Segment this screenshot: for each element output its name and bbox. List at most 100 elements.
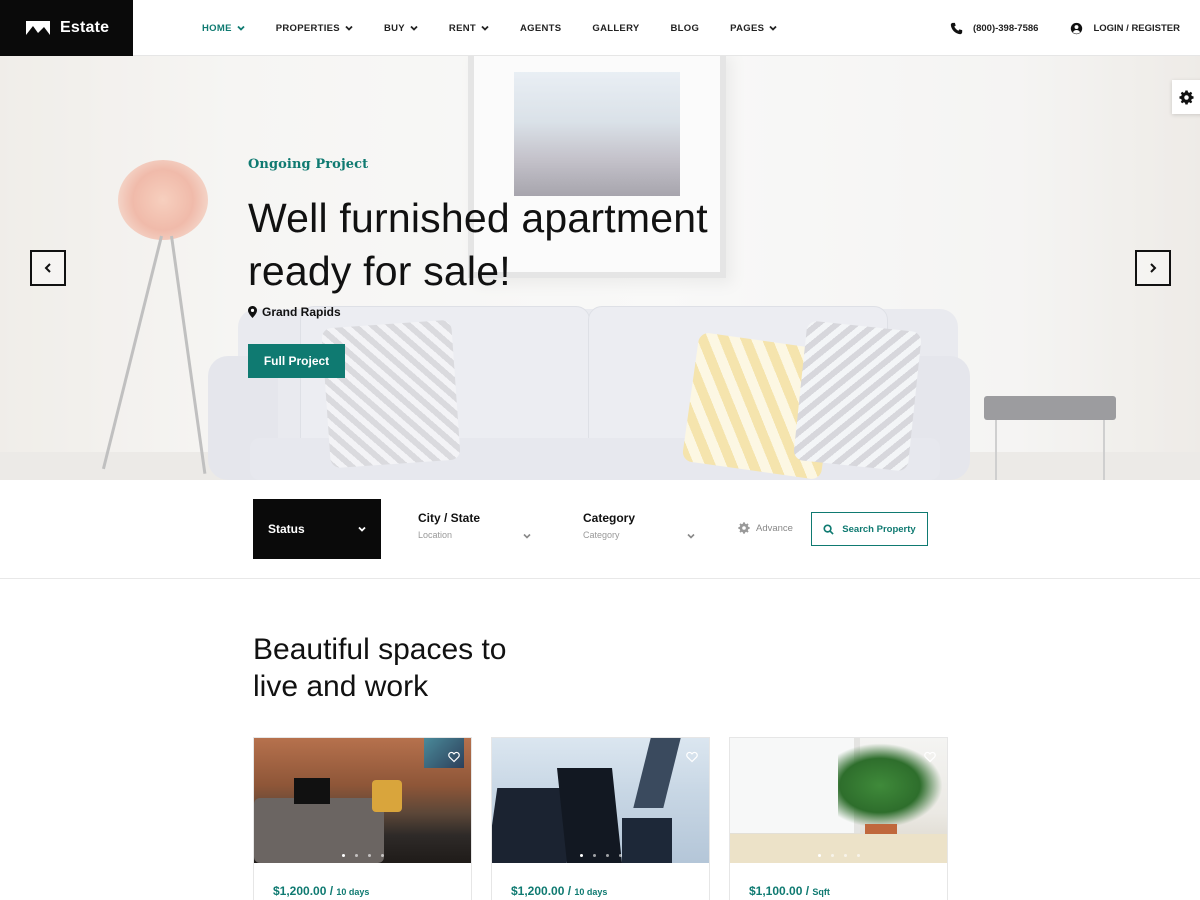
heart-icon[interactable] xyxy=(448,751,460,763)
property-card[interactable]: $1,200.00 / 10 days xyxy=(253,737,472,900)
login-register-link[interactable]: LOGIN / REGISTER xyxy=(1070,22,1180,35)
logo-mark-icon xyxy=(26,21,50,35)
pagination-dot[interactable] xyxy=(830,854,834,857)
pagination-dot[interactable] xyxy=(843,854,847,857)
property-card-list: $1,200.00 / 10 days $1,200.00 / 10 days xyxy=(253,737,953,900)
property-search-bar: Status City / State Location Category Ca… xyxy=(0,480,1200,579)
search-property-button[interactable]: Search Property xyxy=(811,512,928,546)
section-title-line: live and work xyxy=(253,670,429,703)
chevron-down-icon xyxy=(344,23,354,33)
nav-item-rent[interactable]: RENT xyxy=(449,23,490,34)
price-unit: 10 days xyxy=(574,887,608,897)
pagination-dot[interactable] xyxy=(856,854,860,857)
category-placeholder: Category xyxy=(583,530,620,540)
logo[interactable]: Estate xyxy=(0,0,133,56)
login-label: LOGIN / REGISTER xyxy=(1093,22,1180,34)
chevron-down-icon xyxy=(522,531,532,541)
search-icon xyxy=(823,523,834,535)
nav-item-properties[interactable]: PROPERTIES xyxy=(276,23,354,34)
pagination-dot[interactable] xyxy=(341,854,345,857)
heart-icon[interactable] xyxy=(924,751,936,763)
chevron-down-icon xyxy=(768,23,778,33)
property-card[interactable]: $1,200.00 / 10 days xyxy=(491,737,710,900)
status-select[interactable]: Status xyxy=(253,499,381,559)
category-select[interactable]: Category Category xyxy=(583,511,698,540)
photo-detail xyxy=(730,834,947,863)
chevron-down-icon xyxy=(358,526,366,532)
map-pin-icon xyxy=(248,306,257,318)
hero-eyebrow: Ongoing Project xyxy=(248,157,369,172)
pagination-dot[interactable] xyxy=(380,854,384,857)
pagination-dot[interactable] xyxy=(354,854,358,857)
full-project-button[interactable]: Full Project xyxy=(248,344,345,378)
price-value: $1,200.00 xyxy=(511,884,565,898)
phone-link[interactable]: (800)-398-7586 xyxy=(950,22,1038,35)
nav-item-label: RENT xyxy=(448,22,476,34)
logo-text: Estate xyxy=(60,19,110,36)
settings-panel-toggle[interactable] xyxy=(1172,80,1200,114)
advance-search-toggle[interactable]: Advance xyxy=(738,522,793,534)
nav-item-label: BLOG xyxy=(670,22,700,34)
image-pagination xyxy=(492,854,709,857)
section-title-line: Beautiful spaces to xyxy=(253,633,507,666)
heart-icon[interactable] xyxy=(686,751,698,763)
nav-item-label: HOME xyxy=(202,22,232,34)
site-header: Estate HOME PROPERTIES BUY RENT AGENTS G… xyxy=(0,0,1200,56)
nav-item-label: PROPERTIES xyxy=(275,22,340,34)
property-price: $1,200.00 / 10 days xyxy=(273,884,370,898)
property-price: $1,100.00 / Sqft xyxy=(749,884,830,898)
hero-title-line: Well furnished apartment xyxy=(248,195,708,241)
pagination-dot[interactable] xyxy=(579,854,583,857)
chevron-down-icon xyxy=(686,531,696,541)
hero-content: Ongoing Project Well furnished apartment… xyxy=(248,56,808,480)
city-state-placeholder: Location xyxy=(418,530,453,540)
nav-item-label: PAGES xyxy=(730,22,765,34)
photo-detail xyxy=(557,768,622,863)
pagination-dot[interactable] xyxy=(592,854,596,857)
pagination-dot[interactable] xyxy=(817,854,821,857)
hero-slider: Ongoing Project Well furnished apartment… xyxy=(0,56,1200,480)
city-state-select[interactable]: City / State Location xyxy=(418,511,533,540)
nav-item-agents[interactable]: AGENTS xyxy=(520,23,561,34)
chevron-right-icon xyxy=(1150,263,1157,273)
slider-next-button[interactable] xyxy=(1135,250,1171,286)
price-unit: 10 days xyxy=(336,887,370,897)
price-value: $1,100.00 xyxy=(749,884,803,898)
nav-item-label: BUY xyxy=(383,22,405,34)
hero-title: Well furnished apartment ready for sale! xyxy=(248,192,808,298)
photo-detail xyxy=(633,738,681,808)
nav-item-label: GALLERY xyxy=(592,22,640,34)
user-circle-icon xyxy=(1071,22,1083,34)
city-state-label: City / State xyxy=(418,511,481,525)
nav-item-pages[interactable]: PAGES xyxy=(730,23,778,34)
nav-item-home[interactable]: HOME xyxy=(202,23,246,34)
image-pagination xyxy=(254,854,471,857)
nav-item-gallery[interactable]: GALLERY xyxy=(592,23,639,34)
slider-prev-button[interactable] xyxy=(30,250,66,286)
hero-location: Grand Rapids xyxy=(248,305,341,319)
hero-location-text: Grand Rapids xyxy=(262,305,341,319)
price-unit: Sqft xyxy=(812,887,830,897)
chevron-left-icon xyxy=(44,263,51,273)
pagination-dot[interactable] xyxy=(618,854,622,857)
category-label: Category xyxy=(583,511,636,525)
chevron-down-icon xyxy=(236,23,246,33)
header-actions: (800)-398-7586 LOGIN / REGISTER xyxy=(950,0,1180,56)
photo-detail xyxy=(372,780,402,812)
advance-label: Advance xyxy=(756,522,793,534)
property-image-slider[interactable] xyxy=(492,738,709,863)
pagination-dot[interactable] xyxy=(367,854,371,857)
gear-icon xyxy=(1178,89,1194,105)
status-select-label: Status xyxy=(268,522,305,536)
pagination-dot[interactable] xyxy=(605,854,609,857)
phone-icon xyxy=(950,22,963,34)
photo-detail xyxy=(294,778,330,804)
nav-item-blog[interactable]: BLOG xyxy=(671,23,700,34)
nav-item-label: AGENTS xyxy=(519,22,562,34)
nav-item-buy[interactable]: BUY xyxy=(384,23,419,34)
property-price: $1,200.00 / 10 days xyxy=(511,884,608,898)
property-card[interactable]: $1,100.00 / Sqft xyxy=(729,737,948,900)
property-image-slider[interactable] xyxy=(730,738,947,863)
gear-icon xyxy=(738,522,750,534)
property-image-slider[interactable] xyxy=(254,738,471,863)
